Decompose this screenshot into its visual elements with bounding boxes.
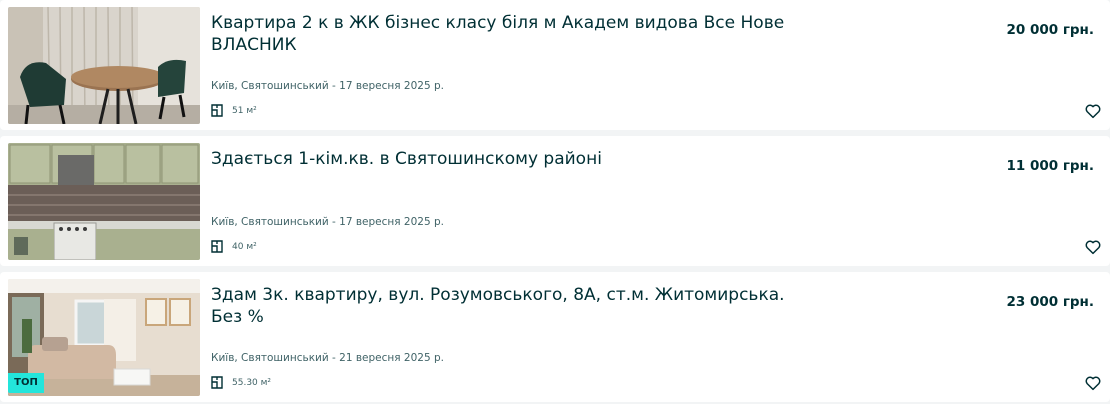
listing-list: Квартира 2 к в ЖК бізнес класу біля м Ак… (0, 0, 1110, 404)
listing-area-value: 40 м² (232, 241, 257, 252)
listing-card[interactable]: Здам 3к. квартиру, вул. Розумовського, 8… (0, 272, 1110, 402)
kitchen-photo (8, 143, 200, 260)
listing-photo[interactable] (8, 7, 200, 124)
listing-title[interactable]: Здам 3к. квартиру, вул. Розумовського, 8… (211, 284, 791, 328)
listing-location-date: Київ, Святошинський - 17 вересня 2025 р. (211, 80, 444, 92)
listing-title[interactable]: Квартира 2 к в ЖК бізнес класу біля м Ак… (211, 12, 791, 56)
listing-area: 55.30 м² (211, 376, 271, 389)
listing-photo[interactable] (8, 143, 200, 260)
heart-icon[interactable] (1084, 238, 1102, 256)
listing-price: 11 000 грн. (1006, 158, 1094, 174)
listing-price: 20 000 грн. (1006, 22, 1094, 38)
listing-location-date: Київ, Святошинський - 17 вересня 2025 р. (211, 216, 444, 228)
listing-title[interactable]: Здається 1-кім.кв. в Святошинскому район… (211, 148, 791, 170)
floor-plan-icon (211, 104, 223, 117)
floor-plan-icon (211, 240, 223, 253)
listing-area: 40 м² (211, 240, 257, 253)
listing-card[interactable]: Квартира 2 к в ЖК бізнес класу біля м Ак… (0, 0, 1110, 130)
dining-room-photo (8, 7, 200, 124)
listing-area-value: 51 м² (232, 105, 257, 116)
listing-card[interactable]: Здається 1-кім.кв. в Святошинскому район… (0, 136, 1110, 266)
top-badge: ТОП (8, 373, 44, 393)
heart-icon[interactable] (1084, 374, 1102, 392)
listing-area: 51 м² (211, 104, 257, 117)
listing-area-value: 55.30 м² (232, 377, 272, 388)
listing-price: 23 000 грн. (1006, 294, 1094, 310)
heart-icon[interactable] (1084, 102, 1102, 120)
listing-location-date: Київ, Святошинський - 21 вересня 2025 р. (211, 352, 444, 364)
floor-plan-icon (211, 376, 223, 389)
